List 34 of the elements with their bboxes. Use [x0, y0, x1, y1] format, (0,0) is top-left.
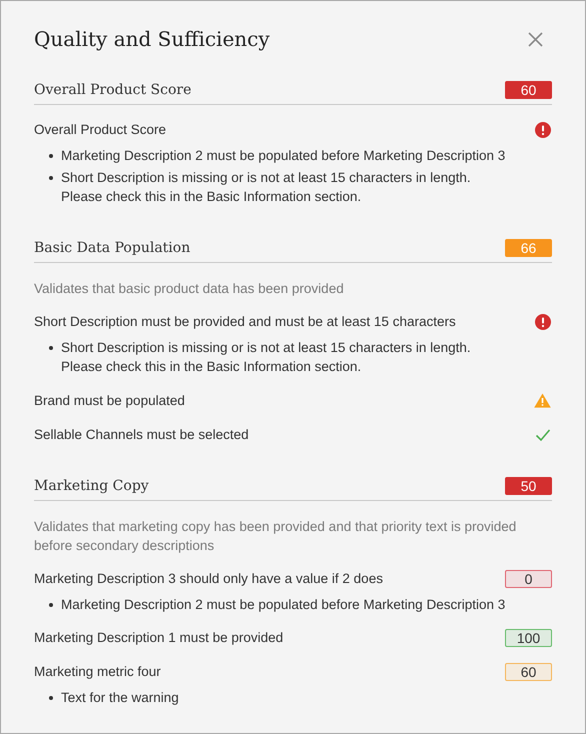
rule-message: Marketing Description 2 must be populated before Marketing Description 3: [61, 596, 506, 614]
bullet-icon: [49, 346, 53, 350]
bullet-icon: [49, 176, 53, 180]
rule-message: Short Description is missing or is not at least 15 characters in length. Please check this in the Basic Information section.: [61, 338, 471, 376]
bullet-icon: [49, 696, 53, 700]
warning-icon: [534, 393, 551, 408]
bullet-icon: [49, 154, 53, 158]
rule-message: Text for the warning: [61, 689, 179, 707]
error-icon: [535, 314, 551, 330]
score-badge: 50: [505, 476, 552, 494]
rule-text: Brand must be populated: [34, 392, 185, 410]
score-badge: 60: [505, 81, 552, 99]
rule-score: 100: [505, 629, 552, 647]
rule-message: Marketing Description 2 must be populated before Marketing Description 3: [61, 147, 506, 165]
rule-score: 60: [505, 663, 552, 681]
rule-text: Marketing Description 3 should only have a value if 2 does: [34, 570, 383, 588]
bullet-icon: [49, 602, 53, 606]
section-title: Marketing Copy: [34, 478, 149, 494]
rule-score: 0: [505, 570, 552, 588]
section-title: Basic Data Population: [34, 240, 190, 256]
section-title: Overall Product Score: [34, 82, 192, 98]
rule-message: Short Description is missing or is not at least 15 characters in length. Please check this in the Basic Information section.: [61, 168, 471, 206]
close-button[interactable]: [526, 30, 544, 48]
rule-text: Sellable Channels must be selected: [34, 426, 249, 444]
check-icon: [535, 428, 551, 442]
rule-text: Marketing metric four: [34, 663, 161, 681]
error-icon: [535, 122, 551, 138]
dialog-title: Quality and Sufficiency: [34, 27, 270, 51]
rule-text: Overall Product Score: [34, 121, 166, 139]
section-description: Validates that basic product data has been provided: [34, 280, 345, 298]
rule-text: Short Description must be provided and must be at least 15 characters: [34, 312, 456, 331]
section-description: Validates that marketing copy has been provided and that priority text is provided before secondary descriptions: [34, 518, 518, 554]
rule-text: Marketing Description 1 must be provided: [34, 629, 284, 647]
score-badge: 66: [505, 238, 552, 256]
